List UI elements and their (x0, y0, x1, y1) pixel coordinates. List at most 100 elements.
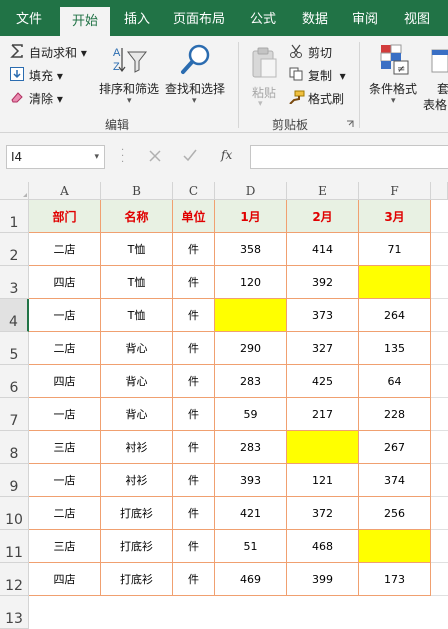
cell-b2[interactable]: T恤 (101, 233, 173, 266)
cell-d12[interactable]: 469 (215, 563, 287, 596)
row-header-3[interactable]: 3 (0, 266, 29, 299)
cell-f7[interactable]: 228 (359, 398, 431, 431)
cell-d1[interactable]: 1月 (215, 200, 287, 233)
cell-b8[interactable]: 衬衫 (101, 431, 173, 464)
conditional-formatting-dropdown-icon[interactable]: ▾ (391, 96, 396, 106)
cell-a5[interactable]: 二店 (29, 332, 101, 365)
empty-cell[interactable] (431, 398, 448, 431)
cell-f2[interactable]: 71 (359, 233, 431, 266)
cell-e10[interactable]: 372 (287, 497, 359, 530)
tab-view[interactable]: 视图 (394, 0, 440, 36)
cell-f4[interactable]: 264 (359, 299, 431, 332)
cell-a1[interactable]: 部门 (29, 200, 101, 233)
column-header-overflow[interactable] (431, 182, 448, 200)
cell-c12[interactable]: 件 (173, 563, 215, 596)
formula-input[interactable] (250, 145, 448, 169)
cell-b5[interactable]: 背心 (101, 332, 173, 365)
cell-a6[interactable]: 四店 (29, 365, 101, 398)
row-header-10[interactable]: 10 (0, 497, 29, 530)
find-select-dropdown-icon[interactable]: ▾ (192, 96, 197, 106)
cell-c6[interactable]: 件 (173, 365, 215, 398)
cell-f5[interactable]: 135 (359, 332, 431, 365)
cell-b11[interactable]: 打底衫 (101, 530, 173, 563)
tab-insert[interactable]: 插入 (114, 0, 160, 36)
cell-c9[interactable]: 件 (173, 464, 215, 497)
row-header-2[interactable]: 2 (0, 233, 29, 266)
cell-d3[interactable]: 120 (215, 266, 287, 299)
cell-e4[interactable]: 373 (287, 299, 359, 332)
cell-d5[interactable]: 290 (215, 332, 287, 365)
column-header-b[interactable]: B (101, 182, 173, 200)
cancel-icon[interactable] (149, 150, 161, 162)
column-header-f[interactable]: F (359, 182, 431, 200)
cell-a8[interactable]: 三店 (29, 431, 101, 464)
empty-cell[interactable] (431, 365, 448, 398)
find-select-button[interactable]: 查找和选择 (165, 80, 225, 97)
clear-button[interactable]: 清除 ▾ (29, 90, 63, 107)
autosum-button[interactable]: 自动求和 ▾ (29, 44, 87, 61)
cell-d9[interactable]: 393 (215, 464, 287, 497)
cell-e1[interactable]: 2月 (287, 200, 359, 233)
cell-f1[interactable]: 3月 (359, 200, 431, 233)
empty-cell[interactable] (431, 530, 448, 563)
empty-cell[interactable] (431, 299, 448, 332)
cell-b6[interactable]: 背心 (101, 365, 173, 398)
cell-e11[interactable]: 468 (287, 530, 359, 563)
tab-home[interactable]: 开始 (60, 7, 110, 36)
row-header-4[interactable]: 4 (0, 299, 29, 332)
column-header-d[interactable]: D (215, 182, 287, 200)
cell-c5[interactable]: 件 (173, 332, 215, 365)
cell-d2[interactable]: 358 (215, 233, 287, 266)
cell-a11[interactable]: 三店 (29, 530, 101, 563)
sort-filter-button[interactable]: 排序和筛选 (99, 80, 159, 97)
row-header-13[interactable]: 13 (0, 596, 29, 629)
dialog-launcher-icon[interactable] (346, 120, 354, 128)
cell-c4[interactable]: 件 (173, 299, 215, 332)
name-box-dropdown-icon[interactable]: ▾ (94, 146, 99, 168)
cell-e6[interactable]: 425 (287, 365, 359, 398)
cell-c10[interactable]: 件 (173, 497, 215, 530)
cut-button[interactable]: 剪切 (308, 44, 332, 61)
cell-f10[interactable]: 256 (359, 497, 431, 530)
copy-button[interactable]: 复制 ▾ (308, 67, 346, 84)
row-header-6[interactable]: 6 (0, 365, 29, 398)
empty-cell[interactable] (431, 464, 448, 497)
cell-e12[interactable]: 399 (287, 563, 359, 596)
empty-cell[interactable] (431, 332, 448, 365)
name-box[interactable]: I4 ▾ (6, 145, 105, 169)
cell-d8[interactable]: 283 (215, 431, 287, 464)
tab-review[interactable]: 审阅 (342, 0, 388, 36)
cell-b10[interactable]: 打底衫 (101, 497, 173, 530)
cell-e3[interactable]: 392 (287, 266, 359, 299)
cell-e7[interactable]: 217 (287, 398, 359, 431)
cell-a2[interactable]: 二店 (29, 233, 101, 266)
cell-b1[interactable]: 名称 (101, 200, 173, 233)
cell-c3[interactable]: 件 (173, 266, 215, 299)
column-header-e[interactable]: E (287, 182, 359, 200)
row-header-7[interactable]: 7 (0, 398, 29, 431)
row-header-9[interactable]: 9 (0, 464, 29, 497)
paste-dropdown-icon[interactable]: ▾ (258, 99, 263, 109)
cell-c7[interactable]: 件 (173, 398, 215, 431)
row-header-8[interactable]: 8 (0, 431, 29, 464)
cell-d11[interactable]: 51 (215, 530, 287, 563)
select-all-corner[interactable] (0, 182, 29, 200)
empty-cell[interactable] (431, 497, 448, 530)
cell-f6[interactable]: 64 (359, 365, 431, 398)
empty-cell[interactable] (431, 233, 448, 266)
tab-file[interactable]: 文件 (6, 0, 52, 36)
cell-d10[interactable]: 421 (215, 497, 287, 530)
cell-a9[interactable]: 一店 (29, 464, 101, 497)
cell-b9[interactable]: 衬衫 (101, 464, 173, 497)
cell-a7[interactable]: 一店 (29, 398, 101, 431)
column-header-c[interactable]: C (173, 182, 215, 200)
insert-function-button[interactable]: fx (221, 148, 232, 162)
row-header-12[interactable]: 12 (0, 563, 29, 596)
row-header-5[interactable]: 5 (0, 332, 29, 365)
format-as-table-button[interactable]: 套 (437, 80, 448, 97)
tab-data[interactable]: 数据 (292, 0, 338, 36)
cell-e9[interactable]: 121 (287, 464, 359, 497)
cell-e8[interactable] (287, 431, 359, 464)
conditional-formatting-button[interactable]: 条件格式 (369, 80, 417, 97)
tab-page-layout[interactable]: 页面布局 (166, 0, 232, 36)
